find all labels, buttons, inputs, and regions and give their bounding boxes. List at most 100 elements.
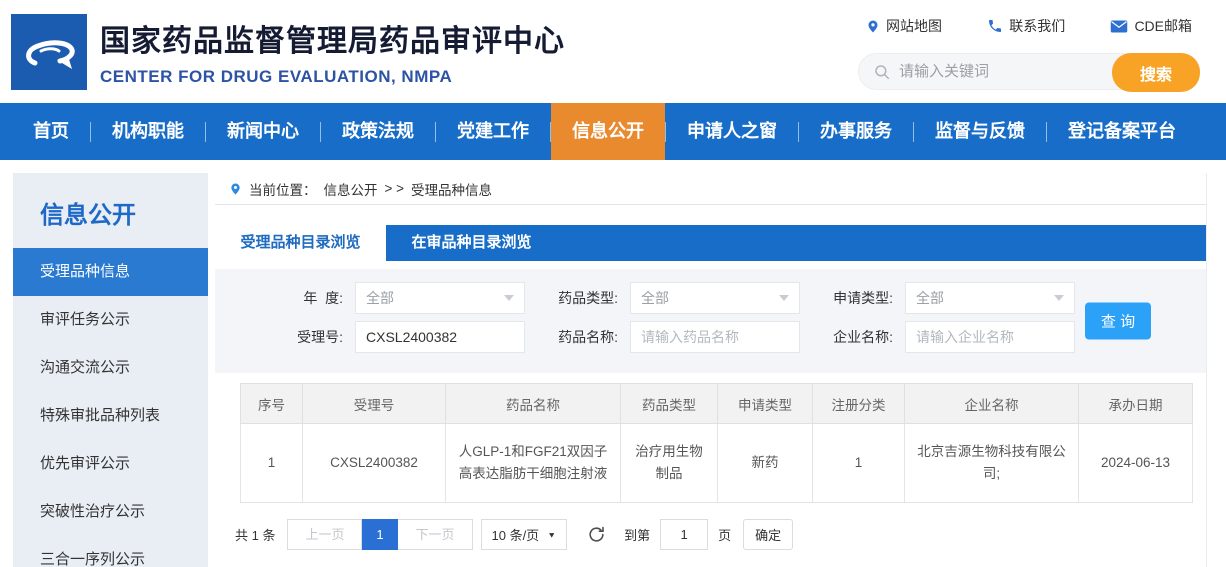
year-select-value: 全部	[366, 290, 394, 306]
prev-page-button[interactable]: 上一页	[287, 519, 363, 550]
drug-type-select-value: 全部	[641, 290, 669, 306]
next-page-button[interactable]: 下一页	[398, 519, 473, 550]
content-panel: 当前位置： 信息公开 > > 受理品种信息 受理品种目录浏览 在审品种目录浏览 …	[215, 173, 1207, 567]
col-header-accept-no: 受理号	[302, 383, 446, 424]
search-input[interactable]	[899, 63, 1089, 80]
refresh-icon	[589, 526, 604, 542]
tab-under-review-catalog[interactable]: 在审品种目录浏览	[386, 225, 557, 261]
goto-page-input[interactable]	[660, 519, 709, 550]
cell-apply-type: 新药	[717, 423, 813, 503]
nav-item-services[interactable]: 办事服务	[799, 103, 913, 160]
nav-item-applicant-window[interactable]: 申请人之窗	[666, 103, 798, 160]
breadcrumb-current[interactable]: 受理品种信息	[411, 179, 492, 199]
site-header: 国家药品监督管理局药品审评中心 CENTER FOR DRUG EVALUATI…	[0, 0, 1226, 103]
accept-no-control	[355, 321, 525, 353]
col-header-date: 承办日期	[1078, 383, 1193, 424]
sidebar-item-accepted-varieties[interactable]: 受理品种信息	[13, 248, 208, 296]
quick-links: 网站地图 联系我们 CDE邮箱	[858, 16, 1200, 36]
page-body: 信息公开 受理品种信息 审评任务公示 沟通交流公示 特殊审批品种列表 优先审评公…	[0, 160, 1226, 567]
chevron-down-icon	[779, 295, 789, 301]
company-label: 企业名称:	[833, 329, 893, 345]
site-subtitle: CENTER FOR DRUG EVALUATION, NMPA	[100, 67, 453, 86]
apply-type-select[interactable]: 全部	[905, 282, 1075, 314]
pagination: 共 1 条 上一页 1 下一页 10 条/页 ▼ 到第 页	[235, 519, 1206, 550]
phone-icon	[989, 20, 1002, 32]
main-nav: 首页 机构职能 新闻中心 政策法规 党建工作 信息公开 申请人之窗 办事服务 监…	[0, 103, 1226, 160]
link-contact-label: 联系我们	[1009, 18, 1066, 34]
link-mailbox-label: CDE邮箱	[1134, 18, 1192, 34]
nav-item-supervision[interactable]: 监督与反馈	[914, 103, 1046, 160]
nav-item-party[interactable]: 党建工作	[436, 103, 550, 160]
site-search: 搜索	[858, 53, 1200, 92]
sidebar-item-three-in-one[interactable]: 三合一序列公示	[13, 536, 208, 567]
nav-item-home[interactable]: 首页	[12, 103, 90, 160]
company-input[interactable]	[916, 329, 1064, 345]
mail-icon	[1111, 20, 1128, 32]
search-button[interactable]: 搜索	[1112, 53, 1200, 92]
drug-type-label: 药品类型:	[558, 290, 618, 306]
chevron-down-icon: ▼	[547, 530, 557, 539]
year-select[interactable]: 全部	[355, 282, 525, 314]
location-pin-icon	[231, 182, 240, 195]
breadcrumb-section[interactable]: 信息公开	[324, 179, 378, 199]
page-number-1[interactable]: 1	[362, 519, 399, 550]
page-unit-label: 页	[718, 528, 732, 543]
drug-name-control	[630, 321, 800, 353]
field-drug-type: 药品类型: 全部	[540, 282, 800, 314]
apply-type-select-value: 全部	[916, 290, 944, 306]
nav-item-org[interactable]: 机构职能	[91, 103, 205, 160]
nav-item-info-disclosure[interactable]: 信息公开	[551, 103, 665, 160]
field-drug-name: 药品名称:	[540, 321, 800, 353]
goto-label: 到第	[624, 528, 651, 543]
cde-logo[interactable]	[11, 13, 87, 90]
col-header-apply-type: 申请类型	[717, 383, 813, 424]
confirm-button[interactable]: 确定	[743, 519, 794, 550]
pager: 上一页 1 下一页	[287, 519, 473, 550]
cell-drug-type: 治疗用生物制品	[620, 423, 718, 503]
col-header-drug-type: 药品类型	[620, 383, 718, 424]
sidebar-item-communication[interactable]: 沟通交流公示	[13, 344, 208, 392]
nav-item-registration-platform[interactable]: 登记备案平台	[1047, 103, 1197, 160]
accept-no-label: 受理号:	[297, 329, 343, 345]
accept-no-input[interactable]	[366, 329, 514, 345]
col-header-company: 企业名称	[904, 383, 1079, 424]
location-pin-icon	[868, 20, 878, 32]
filter-row-1: 年 度: 全部 药品类型: 全部 申请类型: 全部	[215, 282, 1206, 314]
query-button[interactable]: 查 询	[1085, 302, 1151, 340]
chevron-down-icon	[504, 295, 514, 301]
site-title: 国家药品监督管理局药品审评中心	[100, 25, 565, 58]
refresh-button[interactable]	[587, 525, 606, 544]
col-header-seq: 序号	[240, 383, 303, 424]
field-apply-type: 申请类型: 全部	[815, 282, 1075, 314]
site-titles: 国家药品监督管理局药品审评中心 CENTER FOR DRUG EVALUATI…	[100, 16, 565, 87]
sidebar: 信息公开 受理品种信息 审评任务公示 沟通交流公示 特殊审批品种列表 优先审评公…	[13, 173, 208, 567]
drug-name-label: 药品名称:	[558, 329, 618, 345]
sidebar-item-special-approval[interactable]: 特殊审批品种列表	[13, 392, 208, 440]
chevron-down-icon	[1054, 295, 1064, 301]
nav-item-policy[interactable]: 政策法规	[321, 103, 435, 160]
page-size-value: 10 条/页	[491, 528, 540, 543]
sidebar-item-breakthrough-therapy[interactable]: 突破性治疗公示	[13, 488, 208, 536]
link-mailbox[interactable]: CDE邮箱	[1110, 16, 1192, 36]
cde-logo-icon	[11, 13, 87, 90]
field-accept-no: 受理号:	[265, 321, 525, 353]
breadcrumb: 当前位置： 信息公开 > > 受理品种信息	[215, 173, 1206, 205]
drug-type-select[interactable]: 全部	[630, 282, 800, 314]
cell-accept-no: CXSL2400382	[302, 423, 446, 503]
cell-seq: 1	[240, 423, 303, 503]
filter-row-2: 受理号: 药品名称: 企业名称:	[215, 321, 1206, 353]
sidebar-item-priority-review[interactable]: 优先审评公示	[13, 440, 208, 488]
cell-company: 北京吉源生物科技有限公司;	[904, 423, 1079, 503]
link-sitemap[interactable]: 网站地图	[866, 16, 942, 36]
link-contact[interactable]: 联系我们	[987, 16, 1065, 36]
company-control	[905, 321, 1075, 353]
year-label: 年 度:	[303, 290, 343, 306]
page-size-select[interactable]: 10 条/页 ▼	[480, 519, 568, 550]
total-count: 共 1 条	[235, 528, 276, 543]
sidebar-item-review-tasks[interactable]: 审评任务公示	[13, 296, 208, 344]
tab-accepted-catalog[interactable]: 受理品种目录浏览	[215, 225, 386, 261]
table-header-row: 序号 受理号 药品名称 药品类型 申请类型 注册分类 企业名称 承办日期	[240, 383, 1193, 424]
nav-item-news[interactable]: 新闻中心	[206, 103, 320, 160]
cell-reg-class: 1	[812, 423, 905, 503]
drug-name-input[interactable]	[641, 329, 789, 345]
